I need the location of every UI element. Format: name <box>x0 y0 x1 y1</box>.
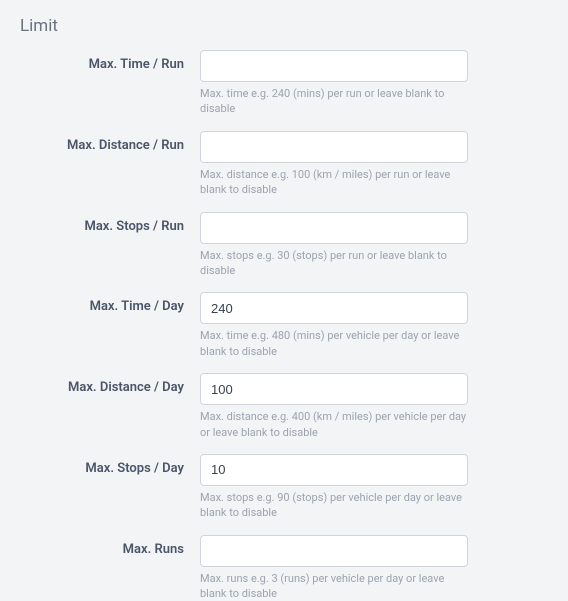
input-max-time-run[interactable] <box>200 50 468 82</box>
input-max-time-day[interactable] <box>200 292 468 324</box>
input-max-stops-day[interactable] <box>200 454 468 486</box>
help-max-stops-run: Max. stops e.g. 30 (stops) per run or le… <box>200 248 468 279</box>
field-max-stops-day: Max. Stops / Day Max. stops e.g. 90 (sto… <box>20 454 548 521</box>
input-col: Max. distance e.g. 400 (km / miles) per … <box>200 373 468 440</box>
label-max-distance-day: Max. Distance / Day <box>20 373 200 395</box>
input-max-runs[interactable] <box>200 535 468 567</box>
field-max-distance-day: Max. Distance / Day Max. distance e.g. 4… <box>20 373 548 440</box>
input-col: Max. stops e.g. 90 (stops) per vehicle p… <box>200 454 468 521</box>
help-max-runs: Max. runs e.g. 3 (runs) per vehicle per … <box>200 571 468 601</box>
label-max-time-day: Max. Time / Day <box>20 292 200 314</box>
input-col: Max. distance e.g. 100 (km / miles) per … <box>200 131 468 198</box>
input-col: Max. time e.g. 480 (mins) per vehicle pe… <box>200 292 468 359</box>
label-max-stops-run: Max. Stops / Run <box>20 212 200 234</box>
section-title: Limit <box>20 16 548 36</box>
field-max-time-day: Max. Time / Day Max. time e.g. 480 (mins… <box>20 292 548 359</box>
label-max-stops-day: Max. Stops / Day <box>20 454 200 476</box>
input-col: Max. stops e.g. 30 (stops) per run or le… <box>200 212 468 279</box>
input-col: Max. runs e.g. 3 (runs) per vehicle per … <box>200 535 468 601</box>
label-max-runs: Max. Runs <box>20 535 200 557</box>
field-max-time-run: Max. Time / Run Max. time e.g. 240 (mins… <box>20 50 548 117</box>
label-max-distance-run: Max. Distance / Run <box>20 131 200 153</box>
field-max-runs: Max. Runs Max. runs e.g. 3 (runs) per ve… <box>20 535 548 601</box>
input-col: Max. time e.g. 240 (mins) per run or lea… <box>200 50 468 117</box>
field-max-stops-run: Max. Stops / Run Max. stops e.g. 30 (sto… <box>20 212 548 279</box>
input-max-distance-day[interactable] <box>200 373 468 405</box>
help-max-time-day: Max. time e.g. 480 (mins) per vehicle pe… <box>200 328 468 359</box>
field-max-distance-run: Max. Distance / Run Max. distance e.g. 1… <box>20 131 548 198</box>
help-max-stops-day: Max. stops e.g. 90 (stops) per vehicle p… <box>200 490 468 521</box>
help-max-distance-run: Max. distance e.g. 100 (km / miles) per … <box>200 167 468 198</box>
help-max-distance-day: Max. distance e.g. 400 (km / miles) per … <box>200 409 468 440</box>
label-max-time-run: Max. Time / Run <box>20 50 200 72</box>
help-max-time-run: Max. time e.g. 240 (mins) per run or lea… <box>200 86 468 117</box>
input-max-distance-run[interactable] <box>200 131 468 163</box>
input-max-stops-run[interactable] <box>200 212 468 244</box>
